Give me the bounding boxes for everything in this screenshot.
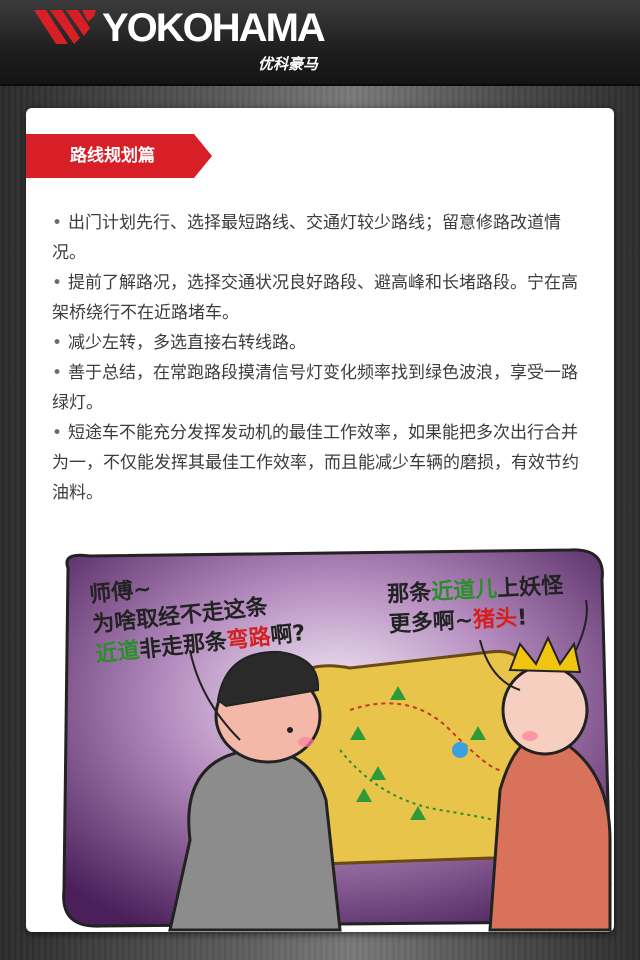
bullet-icon: • <box>52 213 63 233</box>
list-item: • 出门计划先行、选择最短路线、交通灯较少路线；留意修路改道情况。 <box>52 213 562 263</box>
bullet-icon: • <box>52 363 63 383</box>
speech-bubble-monkey: 那条近道儿上妖怪 更多啊~猪头! <box>386 573 564 638</box>
list-item: • 善于总结，在常跑路段摸清信号灯变化频率找到绿色波浪，享受一路绿灯。 <box>52 363 579 413</box>
list-item: • 短途车不能充分发挥发动机的最佳工作效率，如果能把多次出行合并为一，不仅能发挥其… <box>52 423 579 503</box>
yokohama-stripes-icon <box>34 10 96 44</box>
bullet-icon: • <box>52 423 63 443</box>
list-item: • 提前了解路况，选择交通状况良好路段、避高峰和长堵路段。宁在高架桥绕行不在近路堵… <box>52 273 579 323</box>
section-tag: 路线规划篇 <box>26 134 212 178</box>
top-header: YOKOHAMA 优科豪马 <box>0 0 640 86</box>
bullet-icon: • <box>52 333 63 353</box>
bullet-icon: • <box>52 273 63 293</box>
content-card: 路线规划篇 • 出门计划先行、选择最短路线、交通灯较少路线；留意修路改道情况。 •… <box>26 108 614 932</box>
comic-illustration: 师傅~ 为啥取经不走这条 近道非走那条弯路啊? 那条近道儿上妖怪 更多啊~猪头! <box>50 540 614 932</box>
section-title: 路线规划篇 <box>70 146 155 166</box>
brand-chinese-name: 优科豪马 <box>258 55 319 73</box>
brand-name: YOKOHAMA <box>102 6 326 50</box>
tips-list: • 出门计划先行、选择最短路线、交通灯较少路线；留意修路改道情况。 • 提前了解路况… <box>52 208 582 508</box>
list-item: • 减少左转，多选直接右转线路。 <box>52 333 307 353</box>
